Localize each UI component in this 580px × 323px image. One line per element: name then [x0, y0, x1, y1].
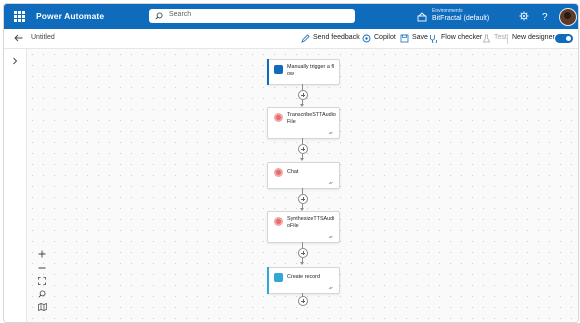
user-avatar[interactable] [559, 8, 577, 26]
new-designer-toggle[interactable] [555, 34, 573, 43]
zoom-in-icon[interactable] [38, 250, 46, 258]
search-icon [155, 12, 163, 20]
link-icon [328, 131, 333, 135]
chevron-right-icon[interactable] [12, 57, 18, 65]
add-step-button[interactable] [298, 90, 308, 100]
card-accent [267, 59, 269, 85]
flow-checker-label: Flow checker [441, 34, 483, 41]
flow-step-card[interactable]: SynthesizeTTSAudioFile [267, 211, 340, 243]
add-step-button[interactable] [298, 194, 308, 204]
step-title: SynthesizeTTSAudioFile [287, 216, 335, 229]
command-bar: Untitled Send feedback Copilot Save Flow… [4, 29, 578, 49]
minimap-icon[interactable] [38, 303, 47, 311]
search-placeholder: Search [169, 11, 192, 18]
flow-step-card[interactable]: TranscribeSTTAudioFile [267, 107, 340, 139]
fit-view-icon[interactable] [38, 277, 46, 285]
flow-step-card[interactable]: Create record [267, 267, 340, 294]
environment-name[interactable]: BitFractal (default) [432, 15, 489, 22]
connector-arrow [300, 158, 304, 161]
settings-gear-icon[interactable] [519, 11, 529, 21]
card-accent [267, 267, 269, 294]
add-step-button[interactable] [298, 248, 308, 258]
link-icon [328, 286, 333, 290]
connector-arrow [300, 262, 304, 265]
dataverse-icon [274, 273, 283, 282]
stethoscope-icon [430, 35, 437, 43]
app-window: Power Automate Search Environments BitFr… [3, 3, 579, 323]
search-canvas-icon[interactable] [38, 290, 46, 298]
flow-name[interactable]: Untitled [31, 34, 55, 41]
help-question-icon[interactable]: ? [541, 11, 549, 21]
step-title: Manually trigger a flow [287, 64, 335, 77]
test-label: Test [494, 34, 507, 41]
environment-icon[interactable] [417, 12, 427, 22]
app-title[interactable]: Power Automate [36, 11, 104, 21]
add-step-button[interactable] [298, 296, 308, 306]
environment-label: Environments [432, 8, 463, 14]
save-label: Save [412, 34, 428, 41]
command-separator [507, 34, 508, 44]
step-title: TranscribeSTTAudioFile [287, 112, 336, 125]
flow-step-card[interactable]: Manually trigger a flow [267, 59, 340, 85]
copilot-label: Copilot [374, 34, 396, 41]
add-step-button[interactable] [298, 144, 308, 154]
copilot-icon [362, 34, 371, 43]
feedback-icon [301, 34, 310, 43]
step-title: Chat [287, 169, 299, 175]
back-arrow-icon[interactable] [14, 34, 23, 42]
flow-step-card[interactable]: Chat [267, 162, 340, 189]
top-header: Power Automate Search Environments BitFr… [4, 4, 578, 29]
link-icon [328, 181, 333, 185]
ai-model-icon [274, 217, 283, 226]
new-designer-label: New designer [512, 34, 555, 41]
step-title: Create record [287, 274, 320, 280]
ai-model-icon [274, 113, 283, 122]
trigger-hand-icon [274, 65, 283, 74]
app-launcher-icon[interactable] [14, 11, 25, 22]
search-box[interactable]: Search [149, 9, 355, 23]
send-feedback-label: Send feedback [313, 34, 360, 41]
zoom-out-icon[interactable] [38, 264, 46, 272]
test-flask-icon [482, 34, 491, 43]
svg-text:?: ? [542, 12, 548, 21]
ai-model-icon [274, 168, 283, 177]
link-icon [328, 235, 333, 239]
save-icon [400, 34, 409, 43]
left-rail [4, 49, 27, 322]
designer-canvas[interactable]: Manually trigger a flow TranscribeSTTAud… [27, 49, 578, 322]
